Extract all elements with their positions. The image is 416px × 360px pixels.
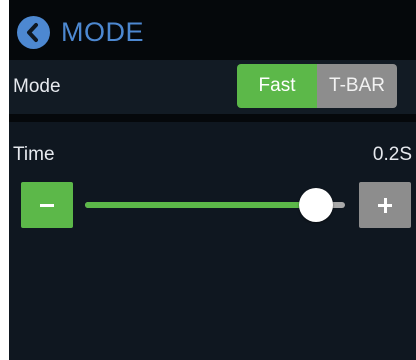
time-slider[interactable] <box>85 188 345 222</box>
page-title: MODE <box>61 17 144 47</box>
time-slider-fill <box>85 202 317 208</box>
section-divider <box>9 114 416 122</box>
header-bar: MODE <box>9 0 416 60</box>
time-label: Time <box>13 144 55 165</box>
back-button[interactable] <box>17 16 50 49</box>
mode-setting-row: Mode Fast T-BAR <box>9 60 416 114</box>
mode-screen: MODE Mode Fast T-BAR Time 0.2S <box>9 0 416 360</box>
time-slider-thumb[interactable] <box>299 188 334 222</box>
plus-icon-vertical <box>384 198 387 213</box>
time-value: 0.2S <box>372 144 412 165</box>
increase-time-button[interactable] <box>359 182 411 228</box>
mode-option-fast[interactable]: Fast <box>237 64 317 108</box>
time-setting-panel: Time 0.2S <box>9 122 416 360</box>
mode-option-tbar[interactable]: T-BAR <box>317 64 397 108</box>
minus-icon <box>40 204 54 207</box>
chevron-left-icon <box>27 23 38 42</box>
mode-label: Mode <box>13 76 61 97</box>
decrease-time-button[interactable] <box>21 182 73 228</box>
